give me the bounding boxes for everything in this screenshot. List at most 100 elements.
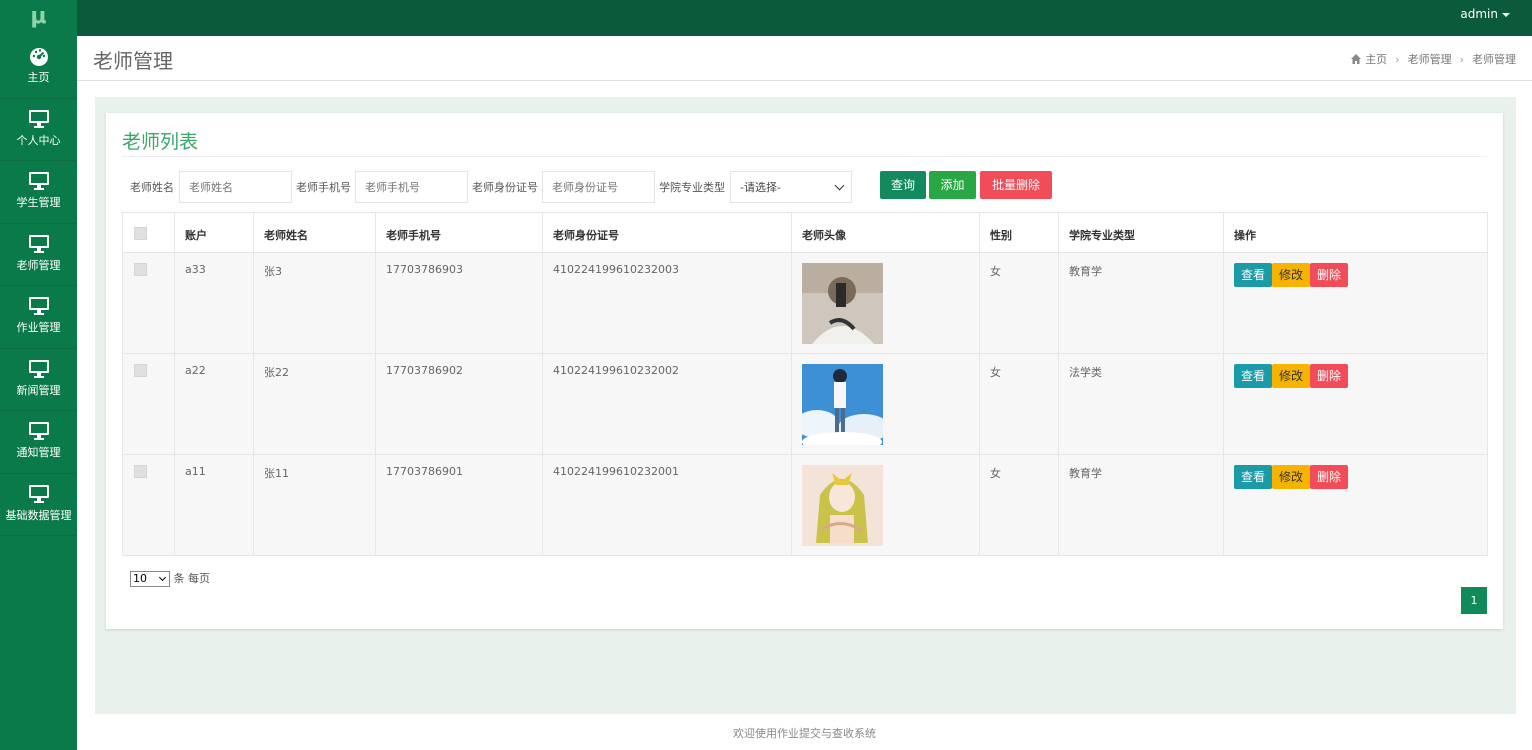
avatar xyxy=(802,364,883,445)
teacher-idcard-input[interactable] xyxy=(542,171,655,203)
account-cell: a22 xyxy=(174,353,254,455)
monitor-icon xyxy=(28,359,49,378)
actions-cell: 查看 修改 删除 xyxy=(1223,353,1488,455)
actions-cell: 查看 修改 删除 xyxy=(1223,252,1488,354)
column-header: 老师身份证号 xyxy=(542,212,792,253)
major-label: 学院专业类型 xyxy=(659,181,725,194)
sidebar-item-profile[interactable]: 个人中心 xyxy=(0,99,77,161)
major-type-select[interactable]: -请选择- xyxy=(730,171,852,203)
teacher-list-panel: 老师列表 老师姓名 老师手机号 老师身份证号 学院专业类型 -请选择- 查询 添… xyxy=(106,113,1503,629)
user-name: admin xyxy=(1460,7,1498,21)
breadcrumb-separator: › xyxy=(1459,53,1464,66)
sidebar-item-students[interactable]: 学生管理 xyxy=(0,161,77,224)
sidebar-item-news[interactable]: 新闻管理 xyxy=(0,349,77,411)
breadcrumb-item[interactable]: 老师管理 xyxy=(1408,53,1452,66)
row-checkbox[interactable] xyxy=(134,465,147,478)
breadcrumb-home[interactable]: 主页 xyxy=(1365,53,1387,66)
row-select-cell xyxy=(122,454,175,556)
idcard-cell: 410224199610232002 xyxy=(542,353,792,455)
account-cell: a33 xyxy=(174,252,254,354)
monitor-icon xyxy=(28,422,49,440)
dashboard-icon xyxy=(29,48,48,66)
row-checkbox[interactable] xyxy=(134,364,147,377)
monitor-icon xyxy=(28,234,49,253)
batch-delete-button[interactable]: 批量删除 xyxy=(980,171,1052,199)
idcard-cell: 410224199610232001 xyxy=(542,454,792,556)
table-row: a11 张11 17703786901 410224199610232001 女… xyxy=(122,454,1488,556)
column-header: 学院专业类型 xyxy=(1058,212,1224,253)
teacher-phone-input[interactable] xyxy=(355,171,468,203)
add-button[interactable]: 添加 xyxy=(929,171,976,199)
monitor-icon xyxy=(28,172,49,190)
row-checkbox[interactable] xyxy=(134,263,147,276)
page-size-control: 10 条 每页 xyxy=(130,570,210,587)
view-button[interactable]: 查看 xyxy=(1234,465,1273,489)
edit-button[interactable]: 修改 xyxy=(1272,364,1311,388)
divider xyxy=(122,156,1487,157)
page-button-current[interactable]: 1 xyxy=(1461,587,1487,614)
row-select-cell xyxy=(122,353,175,455)
page-size-select[interactable]: 10 xyxy=(130,571,170,587)
view-button[interactable]: 查看 xyxy=(1234,263,1273,287)
sidebar-item-label: 主页 xyxy=(27,71,50,84)
edit-button[interactable]: 修改 xyxy=(1272,263,1311,287)
column-header: 性别 xyxy=(979,212,1059,253)
chevron-down-icon xyxy=(158,573,167,582)
delete-button[interactable]: 删除 xyxy=(1310,263,1349,287)
avatar xyxy=(802,263,883,344)
sidebar-item-label: 新闻管理 xyxy=(16,383,61,397)
actions-cell: 查看 修改 删除 xyxy=(1223,454,1488,556)
idcard-label: 老师身份证号 xyxy=(472,181,538,194)
select-all-cell xyxy=(122,212,175,253)
phone-cell: 17703786901 xyxy=(375,454,543,556)
sidebar: 主页 个人中心 学生管理 老师管理 作业管理 新闻管理 通知管理 基础数据管理 xyxy=(0,36,77,750)
name-cell: 张3 xyxy=(253,252,376,354)
sidebar-item-notices[interactable]: 通知管理 xyxy=(0,411,77,474)
caret-down-icon xyxy=(1502,12,1510,17)
per-page-label: 条 每页 xyxy=(173,572,211,585)
footer: 欢迎使用作业提交与查收系统 xyxy=(77,714,1532,750)
sidebar-item-basedata[interactable]: 基础数据管理 xyxy=(0,474,77,536)
avatar-cell xyxy=(791,252,980,354)
teacher-name-input[interactable] xyxy=(179,171,292,203)
edit-button[interactable]: 修改 xyxy=(1272,465,1311,489)
user-menu[interactable]: admin xyxy=(1460,0,1510,36)
page-title: 老师管理 xyxy=(93,49,173,73)
account-cell: a11 xyxy=(174,454,254,556)
sidebar-item-label: 老师管理 xyxy=(16,258,61,272)
sidebar-item-label: 通知管理 xyxy=(16,446,61,459)
monitor-icon xyxy=(28,109,49,128)
gender-cell: 女 xyxy=(979,252,1059,354)
name-cell: 张22 xyxy=(253,353,376,455)
breadcrumb-current: 老师管理 xyxy=(1472,53,1516,66)
select-all-checkbox[interactable] xyxy=(134,227,147,240)
view-button[interactable]: 查看 xyxy=(1234,364,1273,388)
sidebar-item-home[interactable]: 主页 xyxy=(0,36,77,99)
sidebar-item-homework[interactable]: 作业管理 xyxy=(0,286,77,349)
column-header: 老师手机号 xyxy=(375,212,543,253)
sidebar-item-label: 学生管理 xyxy=(16,196,61,209)
query-button[interactable]: 查询 xyxy=(880,171,926,199)
column-header: 操作 xyxy=(1223,212,1488,253)
monitor-icon xyxy=(28,484,49,503)
table-row: a22 张22 17703786902 410224199610232002 女… xyxy=(122,353,1488,455)
sidebar-item-label: 个人中心 xyxy=(16,133,61,147)
row-select-cell xyxy=(122,252,175,354)
sidebar-item-teachers[interactable]: 老师管理 xyxy=(0,224,77,286)
page-size-value: 10 xyxy=(133,572,147,585)
name-cell: 张11 xyxy=(253,454,376,556)
major-cell: 法学类 xyxy=(1058,353,1224,455)
delete-button[interactable]: 删除 xyxy=(1310,465,1349,489)
breadcrumb: 主页 › 老师管理 › 老师管理 xyxy=(1351,51,1516,67)
phone-cell: 17703786902 xyxy=(375,353,543,455)
table-header-row: 账户 老师姓名 老师手机号 老师身份证号 老师头像 性别 学院专业类型 操作 xyxy=(122,212,1488,253)
name-label: 老师姓名 xyxy=(130,181,174,194)
major-cell: 教育学 xyxy=(1058,252,1224,354)
column-header: 老师头像 xyxy=(791,212,980,253)
idcard-cell: 410224199610232003 xyxy=(542,252,792,354)
monitor-icon xyxy=(28,297,49,315)
avatar-cell xyxy=(791,454,980,556)
phone-label: 老师手机号 xyxy=(296,181,351,194)
delete-button[interactable]: 删除 xyxy=(1310,364,1349,388)
sidebar-item-label: 基础数据管理 xyxy=(5,508,72,522)
